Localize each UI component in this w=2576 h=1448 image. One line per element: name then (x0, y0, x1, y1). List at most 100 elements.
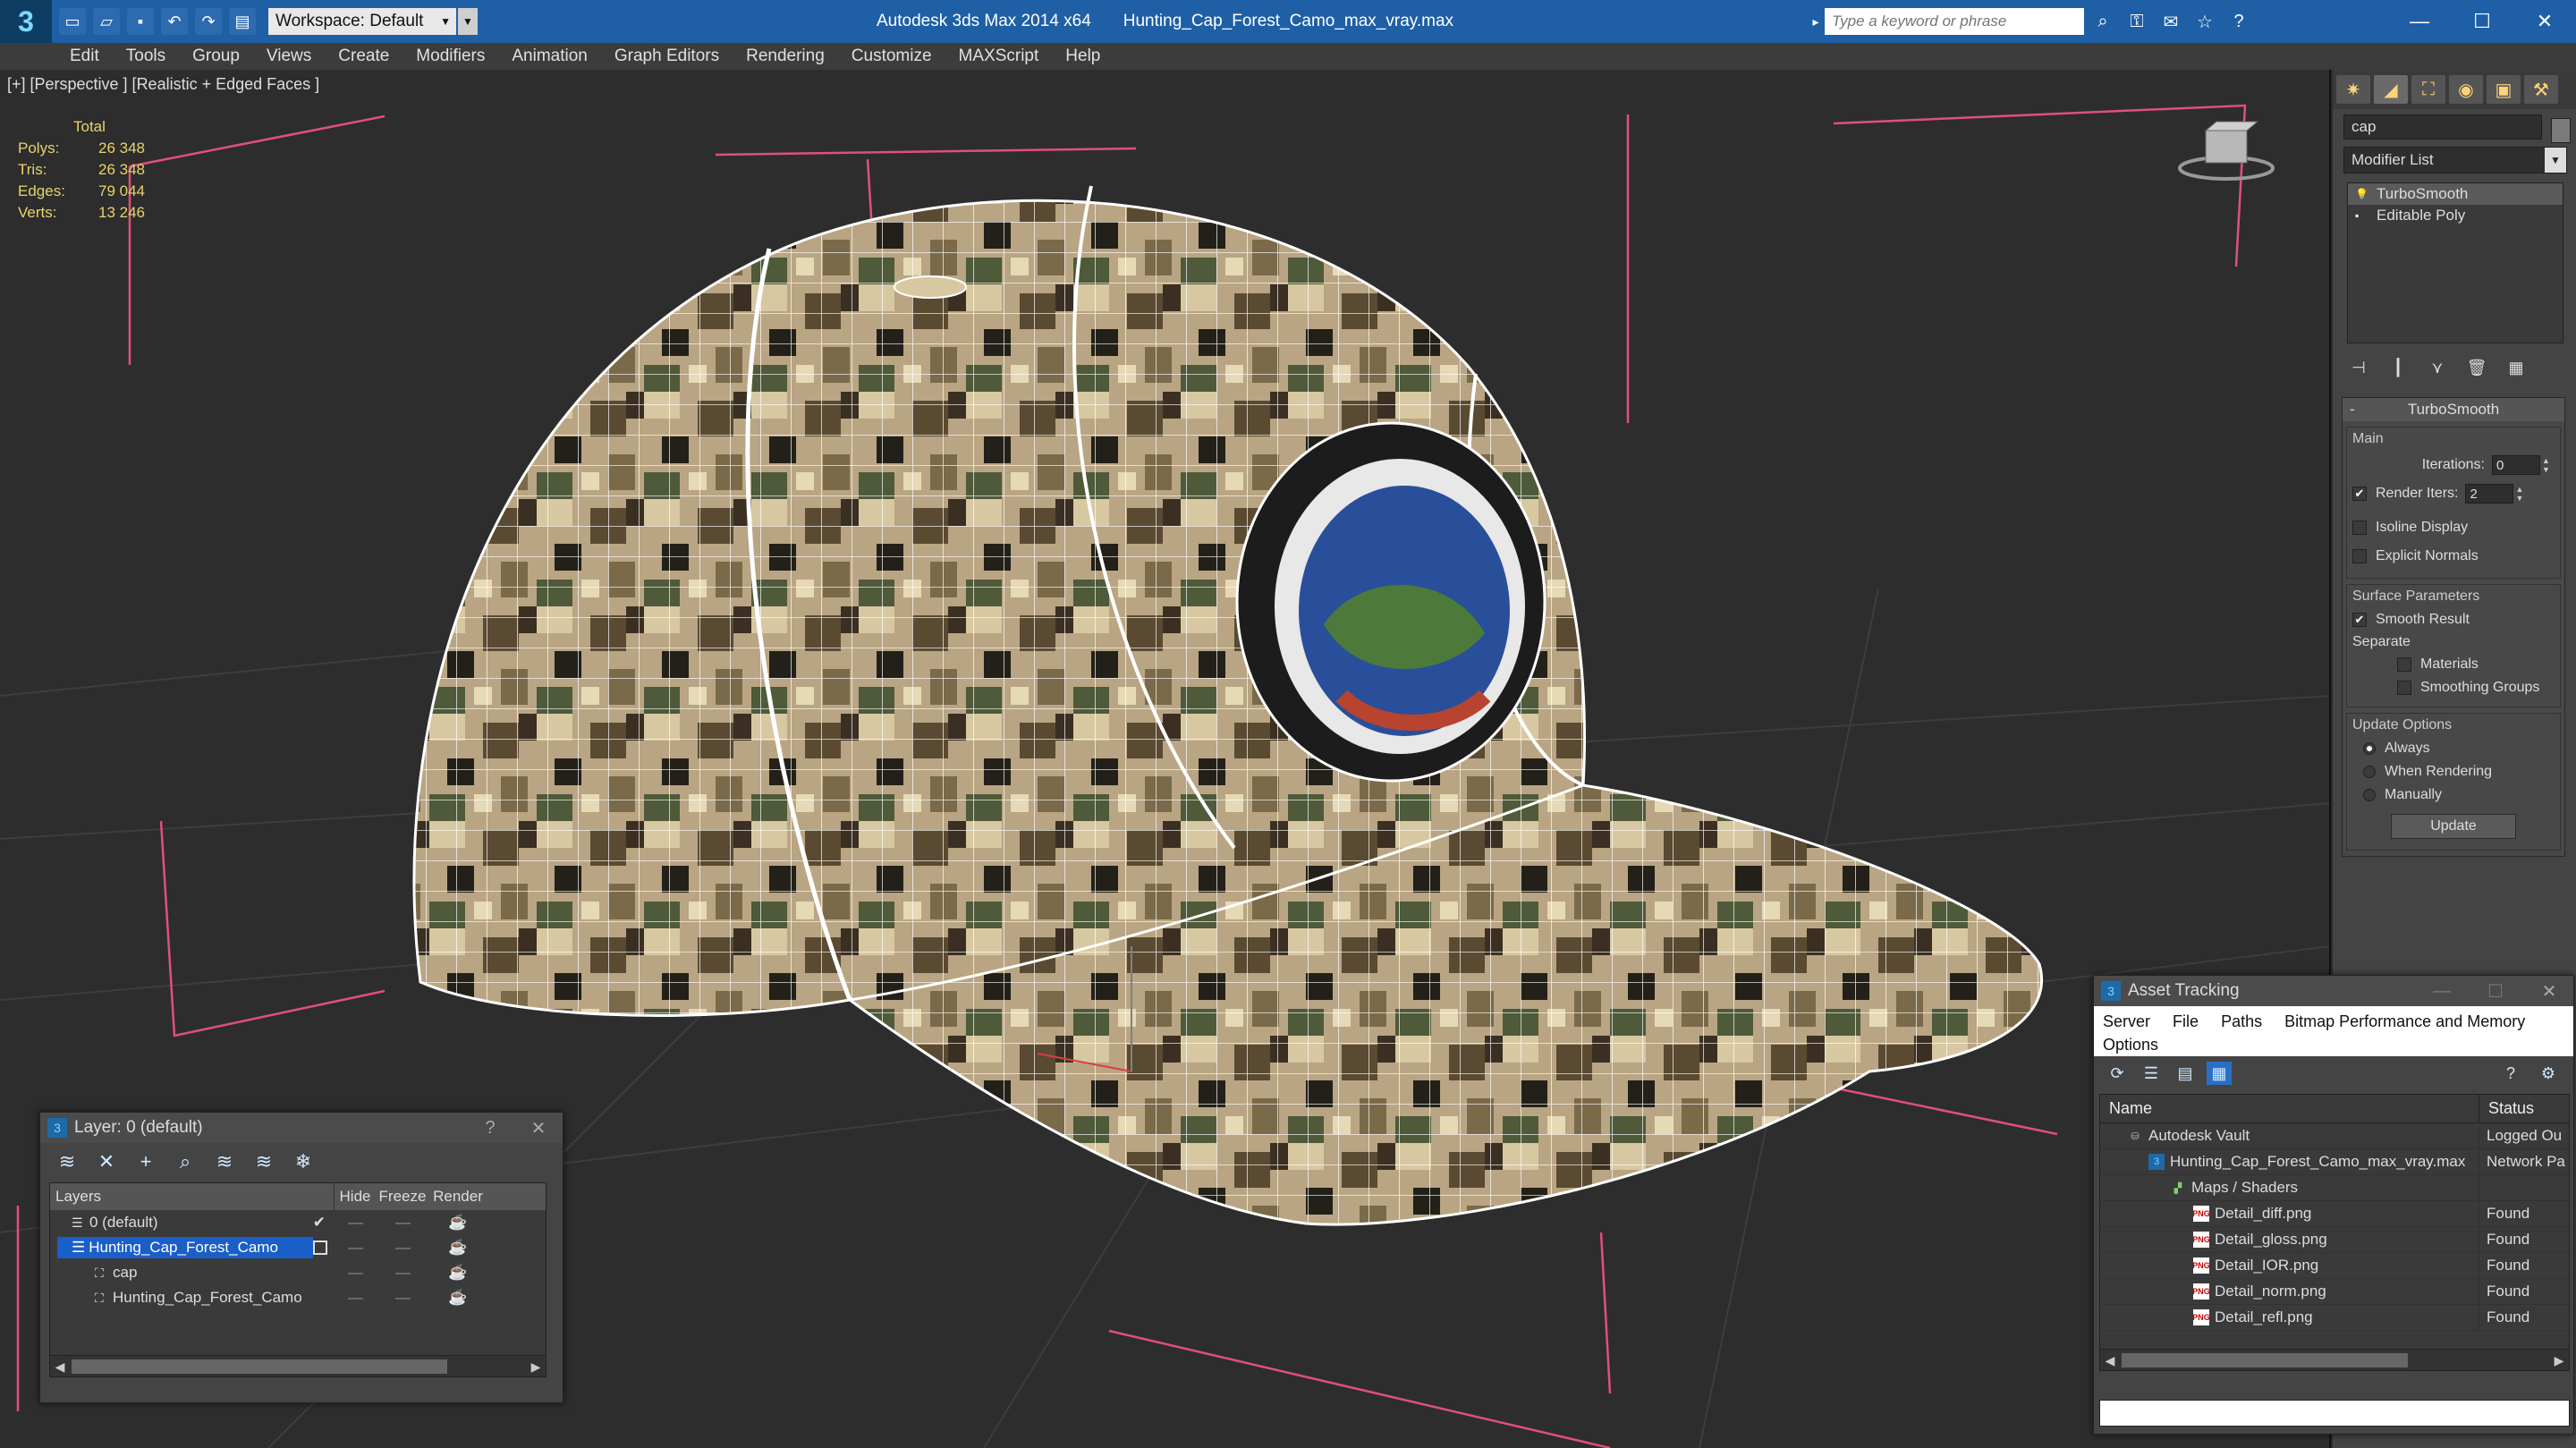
menu-tools[interactable]: Tools (126, 47, 165, 66)
pin-stack-icon[interactable]: ⊣ (2347, 356, 2370, 379)
remove-modifier-icon[interactable]: 🗑 (2465, 356, 2488, 379)
col-freeze[interactable]: Freeze (376, 1188, 429, 1206)
cap-model[interactable] (412, 185, 2043, 1226)
close-icon[interactable]: ✕ (523, 1113, 554, 1143)
favorites-star-icon[interactable]: ☆ (2190, 8, 2220, 35)
help-icon[interactable]: ? (2498, 1062, 2523, 1085)
dialog-title-bar[interactable]: 3 Layer: 0 (default) ? ✕ (40, 1113, 563, 1143)
horizontal-scrollbar[interactable]: ◀ ▶ (2100, 1349, 2569, 1370)
table-row[interactable]: ▞ Maps / Shaders (2100, 1175, 2569, 1201)
menu-group[interactable]: Group (192, 47, 240, 66)
hide-toggle[interactable]: — (335, 1289, 376, 1307)
menu-graph-editors[interactable]: Graph Editors (614, 47, 719, 66)
render-teapot-icon[interactable]: ☕ (429, 1264, 487, 1282)
lightbulb-icon[interactable]: 💡 (2355, 188, 2369, 200)
select-objects-icon[interactable]: ⌕ (173, 1150, 198, 1173)
table-row[interactable]: ☰ Hunting_Cap_Forest_Camo — — ☕ (50, 1235, 546, 1260)
list-view-icon[interactable]: ☰ (2139, 1062, 2164, 1085)
col-layers[interactable]: Layers (50, 1183, 335, 1210)
smoothing-groups-checkbox[interactable] (2397, 681, 2411, 695)
menu-modifiers[interactable]: Modifiers (416, 47, 485, 66)
menu-paths[interactable]: Paths (2221, 1012, 2262, 1030)
stack-item-turbosmooth[interactable]: 💡 TurboSmooth (2348, 183, 2563, 205)
utilities-tab-icon[interactable]: ⚒ (2524, 75, 2558, 104)
subscription-icon[interactable]: ⚿ (2122, 8, 2152, 35)
menu-maxscript[interactable]: MAXScript (959, 47, 1039, 66)
set-current-layer-icon[interactable] (313, 1241, 327, 1255)
freeze-toggle[interactable]: — (376, 1264, 429, 1282)
expand-icon[interactable]: ▪ (2355, 209, 2369, 222)
menu-views[interactable]: Views (267, 47, 311, 66)
menu-bitmap-performance[interactable]: Bitmap Performance and Memory (2284, 1012, 2525, 1030)
freeze-toggle[interactable]: — (376, 1239, 429, 1257)
menu-options[interactable]: Options (2103, 1036, 2158, 1054)
rollout-header[interactable]: - TurboSmooth (2343, 398, 2564, 421)
workspace-dropdown-icon[interactable]: ▼ (458, 8, 478, 35)
table-row[interactable]: ⛁ Autodesk Vault Logged Ou (2100, 1123, 2569, 1149)
modify-tab-icon[interactable]: ◢ (2374, 75, 2408, 104)
col-status[interactable]: Status (2479, 1099, 2534, 1118)
menu-file[interactable]: File (2173, 1012, 2199, 1030)
spinner-arrows-icon[interactable]: ▲ ▼ (2542, 456, 2553, 474)
app-logo-icon[interactable]: 3 (0, 0, 52, 43)
col-name[interactable]: Name (2100, 1095, 2479, 1122)
save-file-icon[interactable]: ▪ (127, 8, 154, 35)
smooth-result-checkbox[interactable]: ✔ (2352, 613, 2367, 627)
new-file-icon[interactable]: ▭ (59, 8, 86, 35)
detail-view-icon[interactable]: ▤ (2173, 1062, 2198, 1085)
table-row[interactable]: PNG Detail_IOR.png Found (2100, 1253, 2569, 1279)
help-icon[interactable]: ? (2224, 8, 2254, 35)
update-button[interactable]: Update (2391, 814, 2516, 839)
hide-toggle[interactable]: — (335, 1214, 376, 1232)
menu-customize[interactable]: Customize (852, 47, 932, 66)
open-file-icon[interactable]: ▱ (93, 8, 120, 35)
table-row[interactable]: ☰ 0 (default) ✔ — — ☕ (50, 1210, 546, 1235)
table-row[interactable]: PNG Detail_norm.png Found (2100, 1279, 2569, 1305)
scroll-right-icon[interactable]: ▶ (2549, 1350, 2569, 1370)
close-icon[interactable]: ✕ (2534, 976, 2564, 1006)
undo-icon[interactable]: ↶ (161, 8, 188, 35)
scroll-thumb[interactable] (2122, 1353, 2408, 1368)
menu-help[interactable]: Help (1065, 47, 1100, 66)
always-radio[interactable] (2363, 742, 2376, 755)
motion-tab-icon[interactable]: ◉ (2449, 75, 2483, 104)
render-teapot-icon[interactable]: ☕ (429, 1239, 487, 1257)
workspace-select[interactable]: Workspace: Default ▼ (268, 8, 456, 35)
horizontal-scrollbar[interactable]: ◀ ▶ (50, 1355, 546, 1376)
make-unique-icon[interactable]: ⋎ (2426, 356, 2449, 379)
render-teapot-icon[interactable]: ☕ (429, 1214, 487, 1232)
table-row[interactable]: ⛶ Hunting_Cap_Forest_Camo — — ☕ (50, 1285, 546, 1310)
display-tab-icon[interactable]: ▣ (2487, 75, 2521, 104)
object-color-swatch[interactable] (2551, 118, 2571, 143)
scroll-thumb[interactable] (72, 1359, 447, 1374)
help-icon[interactable]: ? (475, 1113, 505, 1143)
col-hide[interactable]: Hide (335, 1188, 376, 1206)
highlight-layer-icon[interactable]: ≋ (212, 1150, 237, 1173)
render-teapot-icon[interactable]: ☕ (429, 1289, 487, 1307)
menu-animation[interactable]: Animation (512, 47, 588, 66)
dialog-title-bar[interactable]: 3 Asset Tracking — ☐ ✕ (2094, 976, 2573, 1006)
delete-layer-icon[interactable]: ✕ (94, 1150, 119, 1173)
hide-toggle[interactable]: — (335, 1264, 376, 1282)
redo-icon[interactable]: ↷ (195, 8, 222, 35)
minimize-icon[interactable]: — (2427, 976, 2457, 1006)
freeze-all-layers-icon[interactable]: ❄ (291, 1150, 316, 1173)
manually-radio[interactable] (2363, 789, 2376, 801)
render-iters-checkbox[interactable]: ✔ (2352, 487, 2367, 501)
iterations-spinner[interactable]: 0 (2492, 455, 2540, 475)
col-render[interactable]: Render (429, 1188, 487, 1206)
spinner-arrows-icon[interactable]: ▲ ▼ (2515, 485, 2526, 503)
isoline-checkbox[interactable] (2352, 521, 2367, 535)
hierarchy-tab-icon[interactable]: ⛶ (2411, 75, 2445, 104)
freeze-toggle[interactable]: — (376, 1214, 429, 1232)
scroll-left-icon[interactable]: ◀ (50, 1356, 70, 1377)
hide-all-layers-icon[interactable]: ≋ (251, 1150, 276, 1173)
scroll-right-icon[interactable]: ▶ (526, 1356, 546, 1377)
table-view-icon[interactable]: ▦ (2207, 1062, 2232, 1085)
table-row[interactable]: ⛶ cap — — ☕ (50, 1260, 546, 1285)
explicit-normals-checkbox[interactable] (2352, 549, 2367, 563)
menu-server[interactable]: Server (2103, 1012, 2150, 1030)
hide-toggle[interactable]: — (335, 1239, 376, 1257)
create-tab-icon[interactable]: ✷ (2336, 75, 2370, 104)
scroll-left-icon[interactable]: ◀ (2100, 1350, 2120, 1370)
